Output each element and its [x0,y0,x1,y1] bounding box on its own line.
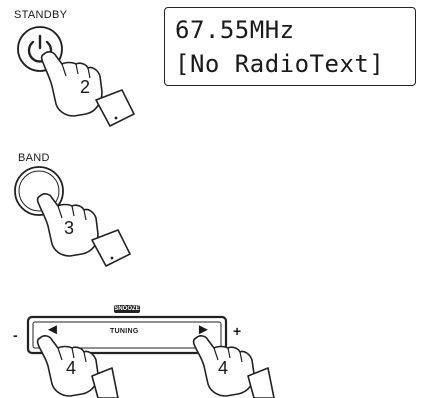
tuning-label: TUNING [110,328,139,335]
step-number: 3 [64,218,75,238]
pointing-hand-icon [36,193,131,267]
minus-sign: - [13,327,18,343]
tuning-up-button[interactable]: ► [196,321,211,338]
step-number: 4 [218,358,229,378]
step-number: 4 [66,358,77,378]
radio-display: 67.55MHz [No RadioText] [164,7,416,86]
pointing-hand-icon [192,335,275,398]
tuning-down-button[interactable]: ◄ [45,321,60,338]
snooze-label: SNOOZE [114,306,140,312]
step-number: 2 [80,77,91,97]
band-label: BAND [18,152,50,164]
frequency-text: 67.55MHz [175,16,295,44]
radiotext-text: [No RadioText] [175,50,385,78]
plus-sign: + [233,323,242,339]
